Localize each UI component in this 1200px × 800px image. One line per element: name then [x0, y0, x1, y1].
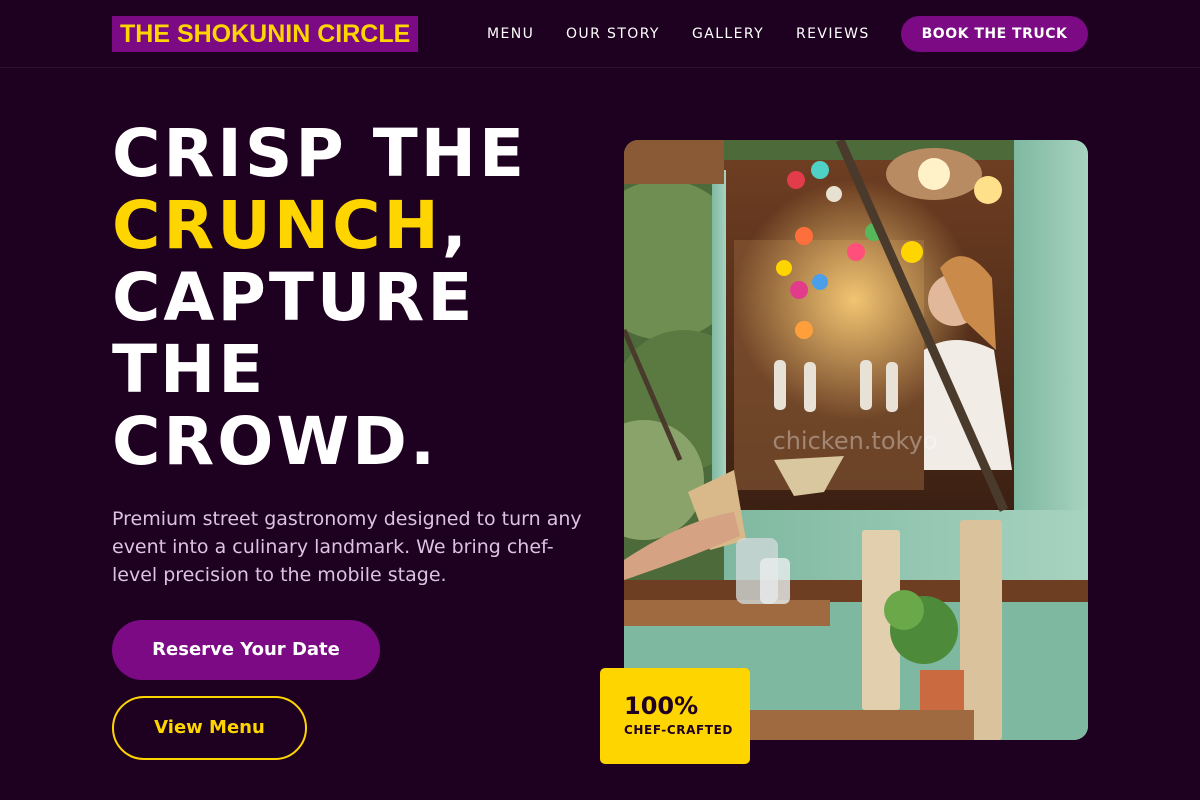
headline-accent: CRUNCH	[112, 187, 442, 264]
headline-line-1: CRISP THE	[112, 115, 528, 192]
stat-label: CHEF-CRAFTED	[624, 723, 733, 737]
headline-accent-suffix: ,	[441, 187, 470, 264]
nav-link-gallery[interactable]: GALLERY	[692, 24, 764, 44]
nav-link-menu[interactable]: MENU	[487, 24, 534, 44]
reserve-your-date-button[interactable]: Reserve Your Date	[112, 620, 380, 680]
book-the-truck-button[interactable]: BOOK THE TRUCK	[901, 16, 1088, 52]
navbar: THE SHOKUNIN CIRCLE MENU OUR STORY GALLE…	[0, 0, 1200, 68]
headline-line-4: THE	[112, 331, 267, 408]
landing-page: THE SHOKUNIN CIRCLE MENU OUR STORY GALLE…	[0, 0, 1200, 800]
view-menu-button[interactable]: View Menu	[112, 696, 307, 760]
headline-line-3: CAPTURE	[112, 259, 476, 336]
chef-crafted-badge: 100% CHEF-CRAFTED	[600, 668, 750, 764]
stat-value: 100%	[624, 692, 699, 720]
photo-watermark: chicken.tokyo	[773, 427, 938, 455]
brand-logo[interactable]: THE SHOKUNIN CIRCLE	[112, 16, 419, 52]
food-truck-illustration: chicken.tokyo	[624, 140, 1088, 740]
food-truck-photo: chicken.tokyo	[624, 140, 1088, 740]
headline-line-2: CRUNCH,	[112, 190, 582, 262]
hero-description: Premium street gastronomy designed to tu…	[112, 508, 582, 586]
headline-line-5: CROWD.	[112, 403, 439, 480]
nav-link-reviews[interactable]: REVIEWS	[796, 24, 870, 44]
nav-link-our-story[interactable]: OUR STORY	[566, 24, 660, 44]
hero-headline: CRISP THE CRUNCH, CAPTURE THE CROWD.	[112, 118, 582, 478]
